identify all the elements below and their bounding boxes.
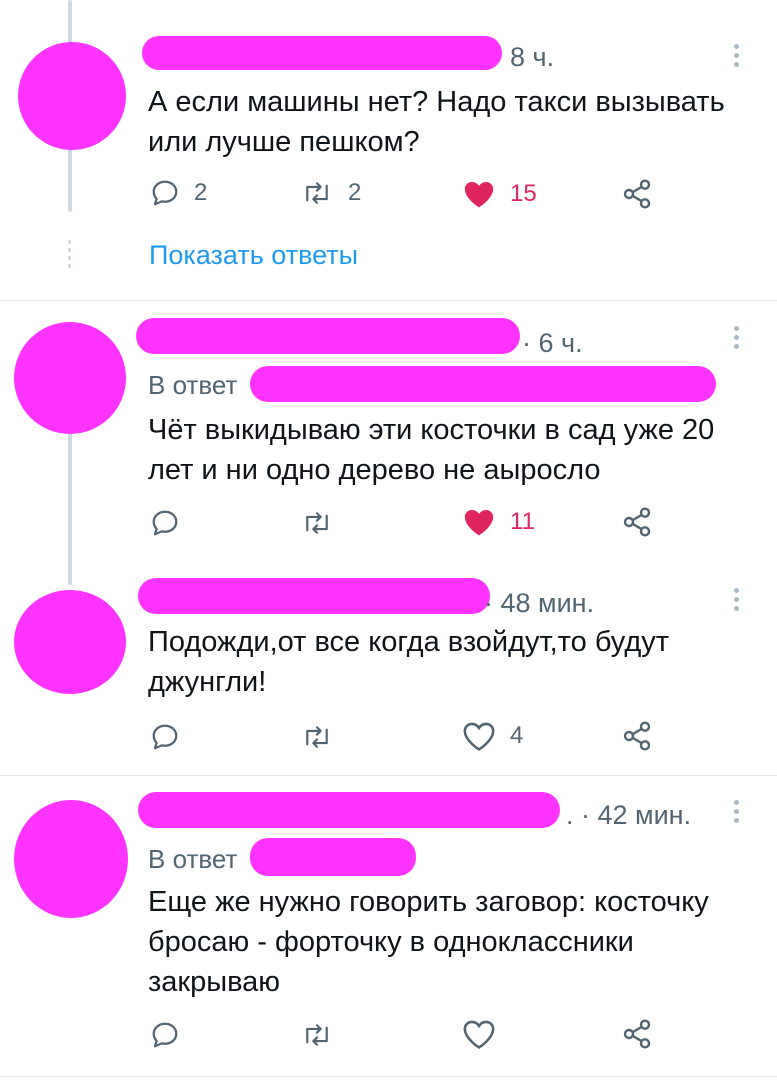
share-button[interactable] xyxy=(620,1018,654,1050)
comment-bubble-icon xyxy=(152,724,178,750)
retweet-icon xyxy=(306,512,328,534)
avatar[interactable] xyxy=(14,800,128,918)
retweet-icon xyxy=(306,726,328,748)
reply-button[interactable] xyxy=(150,722,180,752)
show-replies-link[interactable]: Показать ответы xyxy=(149,240,358,271)
redacted-username[interactable] xyxy=(136,318,520,354)
reply-button[interactable] xyxy=(150,1020,180,1050)
reply-to-label: В ответ xyxy=(148,844,238,874)
tweet-text: Подожди,от все когда взойдут,то будут дж… xyxy=(148,626,670,698)
tweet-text: Чёт выкидываю эти косточки в сад уже 20 … xyxy=(148,414,715,486)
comment-bubble-icon xyxy=(152,1022,178,1048)
share-button[interactable] xyxy=(620,178,654,210)
reply-button[interactable]: 2 xyxy=(150,178,207,208)
like-count: 4 xyxy=(510,722,524,749)
more-options-icon[interactable] xyxy=(734,326,740,353)
redacted-username[interactable] xyxy=(138,578,490,614)
tweet-time: 8 ч. xyxy=(510,42,555,72)
avatar[interactable] xyxy=(14,590,126,694)
redacted-username[interactable] xyxy=(138,792,560,828)
retweet-button[interactable] xyxy=(300,722,334,752)
retweet-icon xyxy=(306,1024,328,1046)
share-button[interactable] xyxy=(620,720,654,752)
redacted-reply-to[interactable] xyxy=(250,838,416,876)
heart-icon xyxy=(464,181,494,208)
like-button[interactable]: 4 xyxy=(462,720,523,752)
comment-bubble-icon xyxy=(152,180,178,206)
share-button[interactable] xyxy=(620,506,654,538)
reply-to-label: В ответ xyxy=(148,370,238,400)
divider xyxy=(0,1076,777,1077)
retweet-button[interactable]: 2 xyxy=(300,178,361,208)
tweet-text: А если машины нет? Надо такси вызывать и… xyxy=(148,86,725,158)
comment-bubble-icon xyxy=(152,510,178,536)
share-icon xyxy=(623,1019,651,1049)
tweet-text: Еще же нужно говорить заговор: косточку … xyxy=(148,886,709,998)
heart-icon xyxy=(463,722,495,751)
tweet-time: · 48 мин. xyxy=(484,588,595,618)
divider xyxy=(0,300,777,301)
divider xyxy=(0,775,777,776)
like-count: 11 xyxy=(510,508,535,535)
like-button[interactable]: 11 xyxy=(462,506,535,538)
thread-line-dots xyxy=(68,240,71,270)
heart-icon xyxy=(464,509,494,536)
share-icon xyxy=(623,721,651,751)
like-button[interactable] xyxy=(462,1018,496,1050)
share-icon xyxy=(623,179,651,209)
redacted-username[interactable] xyxy=(142,36,502,70)
avatar[interactable] xyxy=(14,322,126,434)
share-icon xyxy=(623,507,651,537)
more-options-icon[interactable] xyxy=(734,44,740,71)
retweet-button[interactable] xyxy=(300,1020,334,1050)
tweet-time: · 6 ч. xyxy=(522,328,583,358)
avatar[interactable] xyxy=(18,42,126,150)
reply-count: 2 xyxy=(194,179,208,206)
like-count: 15 xyxy=(510,180,537,207)
like-button[interactable]: 15 xyxy=(462,178,537,210)
heart-icon xyxy=(463,1020,495,1049)
reply-button[interactable] xyxy=(150,508,180,538)
redacted-reply-to[interactable] xyxy=(250,366,716,402)
more-options-icon[interactable] xyxy=(734,588,740,615)
retweet-icon xyxy=(306,182,328,204)
retweet-button[interactable] xyxy=(300,508,334,538)
thread-line xyxy=(68,420,72,585)
tweet-time: . · 42 мин. xyxy=(566,800,692,830)
retweet-count: 2 xyxy=(348,179,362,206)
more-options-icon[interactable] xyxy=(734,800,740,827)
